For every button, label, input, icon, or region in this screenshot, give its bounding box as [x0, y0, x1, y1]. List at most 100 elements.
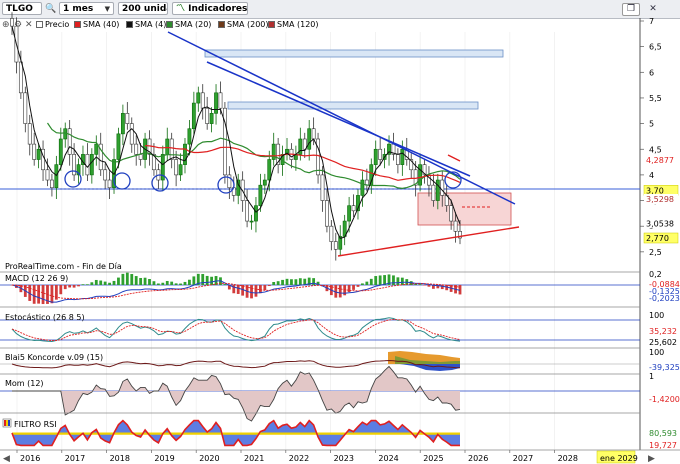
source-label: ProRealTime.com - Fin de Día [5, 262, 122, 271]
candle-body [23, 92, 28, 124]
candle-body [311, 128, 316, 140]
macd-bar [338, 285, 342, 298]
candle-body [125, 113, 130, 124]
candle-body [316, 138, 320, 176]
candle-body [120, 113, 125, 135]
macd-bar [156, 283, 160, 285]
x-tick-label: 2020 [199, 454, 219, 463]
macd-bar [250, 285, 253, 299]
rsi-title: FILTRO RSI [14, 420, 57, 429]
macd-bar [423, 285, 426, 286]
x-tick-label: 2017 [65, 454, 85, 463]
candle-body [373, 148, 378, 165]
candle-body [58, 138, 63, 165]
candle-body [209, 113, 214, 124]
macd-bar [201, 274, 205, 285]
x-tick-label: 2016 [20, 454, 40, 463]
macd-bar [352, 285, 355, 290]
candle-body [236, 179, 241, 196]
macd-bar [392, 275, 395, 285]
candle-body [191, 102, 196, 130]
candle-body [351, 205, 356, 212]
candle-body [325, 200, 329, 227]
candle-body [360, 179, 365, 196]
macd-bar [272, 282, 276, 285]
macd-bar [263, 285, 267, 291]
candle-body [45, 169, 50, 181]
macd-bar [99, 280, 103, 285]
candle-body [431, 184, 436, 201]
indicator-tick-label: -1,4200 [649, 395, 680, 404]
x-tick-label: 2018 [110, 454, 130, 463]
macd-bar [86, 284, 89, 285]
candle-body [138, 154, 143, 160]
macd-title: MACD (12 26 9) [5, 274, 68, 283]
macd-bar [50, 285, 54, 304]
price-tag-label: 3,5298 [646, 195, 674, 204]
macd-bar [103, 281, 107, 285]
macd-bar [81, 284, 85, 285]
candle-body [36, 148, 41, 160]
macd-bar [378, 275, 382, 285]
candle-body [440, 179, 445, 196]
price-tag-label: 3,70 [646, 186, 664, 195]
x-tick-label: 2028 [558, 454, 578, 463]
macd-bar [90, 282, 94, 285]
macd-bar [179, 283, 182, 285]
candle-body [200, 92, 205, 109]
resistance-box-upper [204, 49, 504, 58]
macd-bar [285, 278, 289, 285]
macd-bar [143, 277, 147, 285]
macd-bar [59, 285, 63, 295]
macd-bar [112, 280, 116, 285]
y-tick-label: 5,5 [649, 94, 662, 103]
candle-body [178, 164, 183, 176]
macd-bar [396, 277, 400, 285]
candle-body [329, 225, 334, 242]
macd-bar [276, 281, 280, 285]
indicator-tick-label: 25,602 [649, 338, 677, 347]
candle-body [267, 159, 272, 181]
candle-body [107, 179, 112, 189]
macd-bar [281, 279, 284, 285]
scroll-right-icon[interactable]: ▶ [648, 454, 655, 464]
macd-bar [205, 275, 209, 285]
macd-bar [298, 278, 302, 285]
macd-bar [254, 285, 258, 297]
macd-bar [290, 279, 293, 285]
candle-body [320, 174, 325, 201]
candle-body [258, 184, 263, 206]
macd-bar [365, 281, 369, 285]
candle-body [85, 154, 90, 176]
indicator-tick-label: 1 [649, 372, 654, 381]
indicator-tick-label: 100 [649, 311, 664, 320]
candle-body [67, 128, 72, 155]
candle-body [103, 169, 108, 181]
x-tick-label: 2021 [244, 454, 264, 463]
y-tick-label: 2,5 [649, 248, 662, 257]
candle-body [249, 220, 254, 223]
price-tag-label: 4,2877 [646, 156, 674, 165]
macd-bar [192, 276, 196, 285]
candle-body [10, 18, 14, 27]
indicator-tick-label: -39,325 [649, 363, 680, 372]
macd-bar [77, 285, 80, 287]
macd-bar [117, 277, 120, 285]
macd-bar [125, 272, 129, 285]
macd-bar [32, 285, 36, 304]
macd-bar [418, 284, 422, 285]
candle-body [187, 128, 192, 145]
macd-bar [356, 285, 360, 287]
y-tick-label: 5 [649, 120, 654, 129]
candle-body [347, 205, 352, 222]
candle-body [400, 148, 405, 165]
candle-body [129, 123, 134, 145]
indicator-tick-label: 35,232 [649, 327, 677, 336]
candle-body [378, 148, 383, 160]
indicator-axis-ticks: 0,2-0,0884-0,1325-0,202310035,23225,6021… [649, 270, 680, 450]
scroll-left-icon[interactable]: ◀ [3, 454, 10, 464]
y-tick-label: 6 [649, 68, 654, 77]
time-axis: 2016 2017 2018 2019 2020 2021 2022 2023 2024 2025… [16, 450, 578, 463]
candle-body [245, 200, 249, 222]
candle-body [254, 205, 258, 222]
